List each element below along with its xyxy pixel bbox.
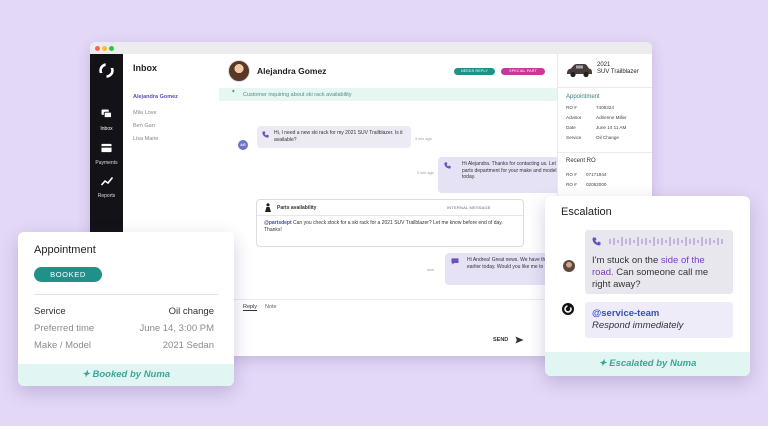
message-time: 2 min ago [417,171,434,175]
field-value: June 14 11 AM [596,125,627,130]
appointment-card: Appointment BOOKED Service Oil change Pr… [18,232,234,386]
field-value: 7408324 [596,105,614,110]
avatar [563,260,575,272]
team-note: @service-team Respond immediately [585,302,733,338]
avatar: AG [238,140,248,150]
avatar [228,60,250,82]
field-label: Service [34,306,66,317]
rail-item-reports[interactable]: Reports [90,173,123,199]
sparkle-icon: ✦ [81,369,93,380]
footer-text: Booked by Numa [92,369,171,380]
window-titlebar [90,42,652,54]
card-icon [101,143,112,153]
phone-icon [262,131,269,138]
message-text: Hi, I need a new ski rack for my 2021 SU… [274,130,403,143]
escalation-footer: ✦ Escalated by Numa [545,352,750,376]
numa-logo-icon [562,303,574,315]
tab-reply[interactable]: Reply [243,304,258,311]
field-value: 2021 Sedan [162,340,214,351]
minimize-window-button[interactable] [102,45,107,51]
message-time: 3 min ago [415,137,432,141]
escalation-message: I'm stuck on the side of the road. Can s… [585,230,733,294]
conversation-header: Alejandra Gomez NEEDS REPLY SPECIAL PART [219,54,557,88]
field-label: Advisor [566,115,582,120]
inbox-item[interactable]: Mila Love [133,110,157,116]
field-value: Oil Change [596,135,619,140]
recent-ro-title: Recent RO [566,158,596,164]
divider [558,87,652,88]
message-time: now [427,268,434,272]
vehicle-model: SUV Trailblazer [597,69,639,75]
inbox-title: Inbox [133,63,157,73]
sparkle-icon: ✦ [231,89,236,95]
mention: @partsdept [264,220,292,226]
field-label: Preferred time [34,323,95,334]
team-note-text: Respond immediately [592,320,684,331]
audio-waveform-icon[interactable] [609,236,725,247]
field-value[interactable]: 02062000 [586,182,606,187]
sparkle-icon: ✦ [598,358,610,369]
special-part-tag[interactable]: SPECIAL PART [501,68,545,75]
field-label: Service [566,135,582,140]
ai-summary-banner: ✦ Customer inquiring about ski rack avai… [219,88,557,101]
close-window-button[interactable] [95,45,100,51]
escalation-card: Escalation I'm stuck on the side of the … [545,196,750,376]
message-text: I'm stuck on the side of the road. Can s… [592,255,728,291]
phone-icon [592,237,601,246]
needs-reply-tag[interactable]: NEEDS REPLY [454,68,495,75]
divider [257,215,523,216]
message-part: I'm stuck on the [592,255,661,266]
rail-item-label: Inbox [100,126,113,132]
appointment-card-title: Appointment [34,244,96,256]
inbox-item[interactable]: Lisa Marie [133,136,158,142]
team-mention[interactable]: @service-team [592,308,659,319]
phone-icon [444,162,451,169]
field-value: June 14, 3:00 PM [139,323,214,334]
field-value[interactable]: 07171944 [586,172,606,177]
field-value: Adrienne Miller [596,115,627,120]
appointment-footer: ✦ Booked by Numa [18,364,234,386]
appointment-panel-title: Appointment [566,94,600,100]
escalation-card-title: Escalation [561,206,612,218]
reply-area: Reply Note SEND [219,299,557,356]
field-label: RO # [566,105,577,110]
divider [558,152,652,153]
rail-item-label: Payments [95,160,118,166]
send-icon[interactable] [515,336,524,344]
vehicle-year: 2021 [597,62,611,68]
chat-icon [101,109,112,119]
rail-item-payments[interactable]: Payments [90,140,123,166]
internal-title: Parts availability [277,205,317,211]
field-label: RO # [566,182,577,187]
internal-message: Parts availability INTERNAL MESSAGE @par… [256,199,524,247]
person-icon [265,203,271,212]
send-button[interactable]: SEND [493,337,508,343]
rail-item-inbox[interactable]: Inbox [90,106,123,132]
inbox-item[interactable]: Alejandra Gomez [133,94,178,100]
tab-note[interactable]: Note [265,304,277,310]
field-value: Oil change [168,306,214,317]
numa-logo-icon[interactable] [98,62,115,79]
internal-text: @partsdept Can you check stock for a ski… [264,220,514,234]
conversation-panel: Alejandra Gomez NEEDS REPLY SPECIAL PART… [219,54,632,356]
field-label: Date [566,125,576,130]
banner-text: Customer inquiring about ski rack availa… [243,91,352,98]
reply-input[interactable] [243,314,423,344]
rail-item-label: Reports [97,193,116,199]
chat-bubble-icon [451,258,459,265]
footer-text: Escalated by Numa [609,358,697,369]
internal-tag: INTERNAL MESSAGE [447,205,491,210]
contact-name: Alejandra Gomez [257,66,327,76]
inbox-item[interactable]: Ben Garr [133,123,155,129]
divider [34,294,218,295]
internal-body: Can you check stock for a ski rack for a… [264,220,503,233]
vehicle-icon [567,64,592,78]
booked-badge: BOOKED [34,267,102,282]
message-bubble: Hi, I need a new ski rack for my 2021 SU… [257,126,411,148]
trend-icon [100,176,113,186]
maximize-window-button[interactable] [109,45,114,51]
field-label: RO # [566,172,577,177]
field-label: Make / Model [34,340,92,351]
